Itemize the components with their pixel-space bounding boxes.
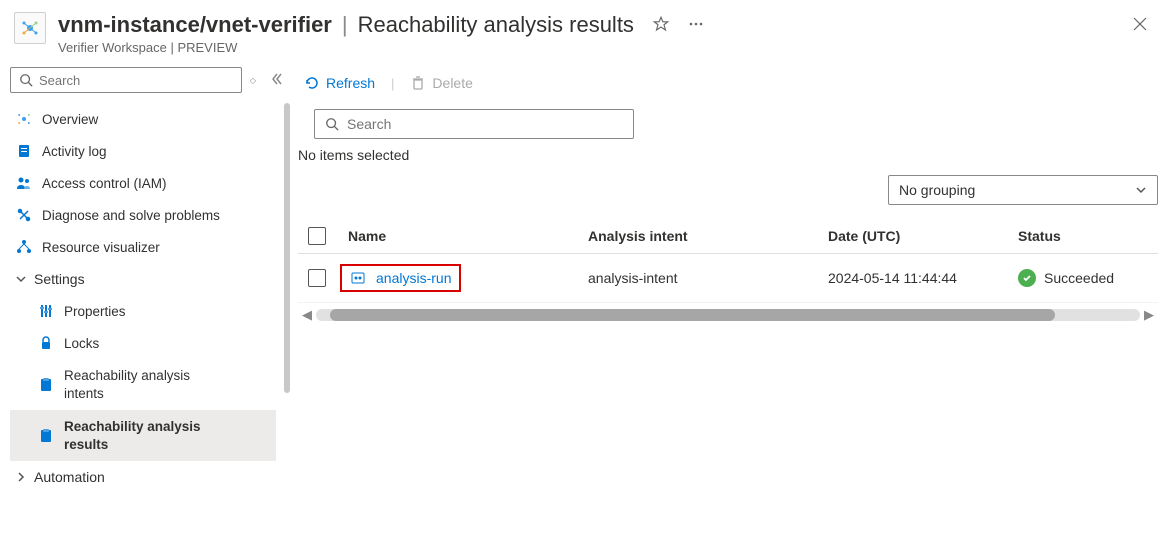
sidebar-item-overview[interactable]: Overview	[10, 103, 276, 135]
analysis-icon	[350, 270, 366, 286]
sidebar-item-label: Resource visualizer	[42, 240, 160, 255]
collapse-sidebar-icon[interactable]	[264, 73, 288, 88]
main-search-input[interactable]	[347, 116, 623, 132]
scrollbar-thumb[interactable]	[330, 309, 1055, 321]
toolbar-separator: |	[391, 76, 394, 91]
sidebar-item-label: Locks	[64, 336, 99, 351]
results-icon	[38, 428, 54, 444]
cell-status: Succeeded	[1044, 270, 1114, 286]
delete-label: Delete	[432, 75, 472, 91]
col-header-name[interactable]: Name	[348, 228, 588, 244]
chevron-down-icon	[16, 271, 26, 287]
sidebar-item-label: intents	[64, 385, 190, 403]
sidebar: ◇ Overview	[0, 63, 290, 542]
success-icon	[1018, 269, 1036, 287]
sidebar-item-activity-log[interactable]: Activity log	[10, 135, 276, 167]
resource-icon	[14, 12, 46, 44]
cell-date: 2024-05-14 11:44:44	[828, 270, 1018, 286]
col-header-intent[interactable]: Analysis intent	[588, 228, 828, 244]
sidebar-item-access-control[interactable]: Access control (IAM)	[10, 167, 276, 199]
sidebar-item-diagnose[interactable]: Diagnose and solve problems	[10, 199, 276, 231]
grid-header: Name Analysis intent Date (UTC) Status	[298, 219, 1158, 254]
results-grid: Name Analysis intent Date (UTC) Status a…	[298, 219, 1158, 323]
title-separator: |	[342, 12, 348, 38]
table-row: analysis-run analysis-intent 2024-05-14 …	[298, 254, 1158, 303]
sidebar-search[interactable]	[10, 67, 242, 93]
sidebar-item-label: Overview	[42, 112, 98, 127]
sidebar-section-settings[interactable]: Settings	[10, 263, 276, 295]
page-header: vnm-instance/vnet-verifier | Reachabilit…	[0, 0, 1172, 63]
scroll-right-icon[interactable]: ▶	[1140, 307, 1158, 323]
properties-icon	[38, 303, 54, 319]
sidebar-item-resource-visualizer[interactable]: Resource visualizer	[10, 231, 276, 263]
overview-icon	[16, 111, 32, 127]
sidebar-item-locks[interactable]: Locks	[10, 327, 276, 359]
iam-icon	[16, 175, 32, 191]
more-actions-icon[interactable]	[688, 16, 704, 35]
refresh-button[interactable]: Refresh	[304, 75, 375, 91]
sidebar-item-reachability-intents[interactable]: Reachability analysis intents	[10, 359, 276, 410]
close-icon[interactable]	[1128, 12, 1152, 39]
main-search[interactable]	[314, 109, 634, 139]
resource-title: vnm-instance/vnet-verifier	[58, 12, 332, 38]
main-content: Refresh | Delete No items selected No gr…	[290, 63, 1172, 542]
page-title: Reachability analysis results	[358, 12, 634, 38]
cell-intent: analysis-intent	[588, 270, 828, 286]
intents-icon	[38, 377, 54, 393]
sidebar-section-automation[interactable]: Automation	[10, 461, 276, 493]
scroll-left-icon[interactable]: ◀	[298, 307, 316, 323]
sidebar-item-label: Activity log	[42, 144, 107, 159]
sidebar-section-label: Automation	[34, 469, 105, 485]
col-header-date[interactable]: Date (UTC)	[828, 228, 1018, 244]
sidebar-nav: Overview Activity log Access control (IA…	[10, 103, 278, 493]
expand-diamond-icon[interactable]: ◇	[248, 76, 258, 85]
row-checkbox[interactable]	[308, 269, 326, 287]
horizontal-scrollbar[interactable]: ◀ ▶	[298, 307, 1158, 323]
favorite-star-icon[interactable]	[652, 15, 670, 36]
sidebar-item-properties[interactable]: Properties	[10, 295, 276, 327]
grouping-select[interactable]: No grouping	[888, 175, 1158, 205]
analysis-run-link[interactable]: analysis-run	[376, 270, 451, 286]
locks-icon	[38, 335, 54, 351]
sidebar-item-label: results	[64, 436, 201, 454]
visualizer-icon	[16, 239, 32, 255]
selection-status: No items selected	[298, 147, 1158, 163]
grouping-label: No grouping	[899, 182, 975, 198]
breadcrumb: Verifier Workspace | PREVIEW	[58, 40, 1128, 55]
sidebar-item-reachability-results[interactable]: Reachability analysis results	[10, 410, 276, 461]
sidebar-item-label: Properties	[64, 304, 126, 319]
highlighted-link: analysis-run	[340, 264, 461, 292]
delete-button: Delete	[410, 75, 472, 91]
col-header-status[interactable]: Status	[1018, 228, 1148, 244]
chevron-right-icon	[16, 469, 26, 485]
sidebar-section-label: Settings	[34, 271, 85, 287]
activity-log-icon	[16, 143, 32, 159]
refresh-label: Refresh	[326, 75, 375, 91]
diagnose-icon	[16, 207, 32, 223]
sidebar-item-label: Access control (IAM)	[42, 176, 167, 191]
sidebar-item-label: Reachability analysis	[64, 367, 190, 385]
sidebar-item-label: Reachability analysis	[64, 418, 201, 436]
sidebar-item-label: Diagnose and solve problems	[42, 208, 220, 223]
sidebar-search-input[interactable]	[39, 73, 233, 88]
select-all-checkbox[interactable]	[308, 227, 326, 245]
toolbar: Refresh | Delete	[298, 71, 1158, 101]
